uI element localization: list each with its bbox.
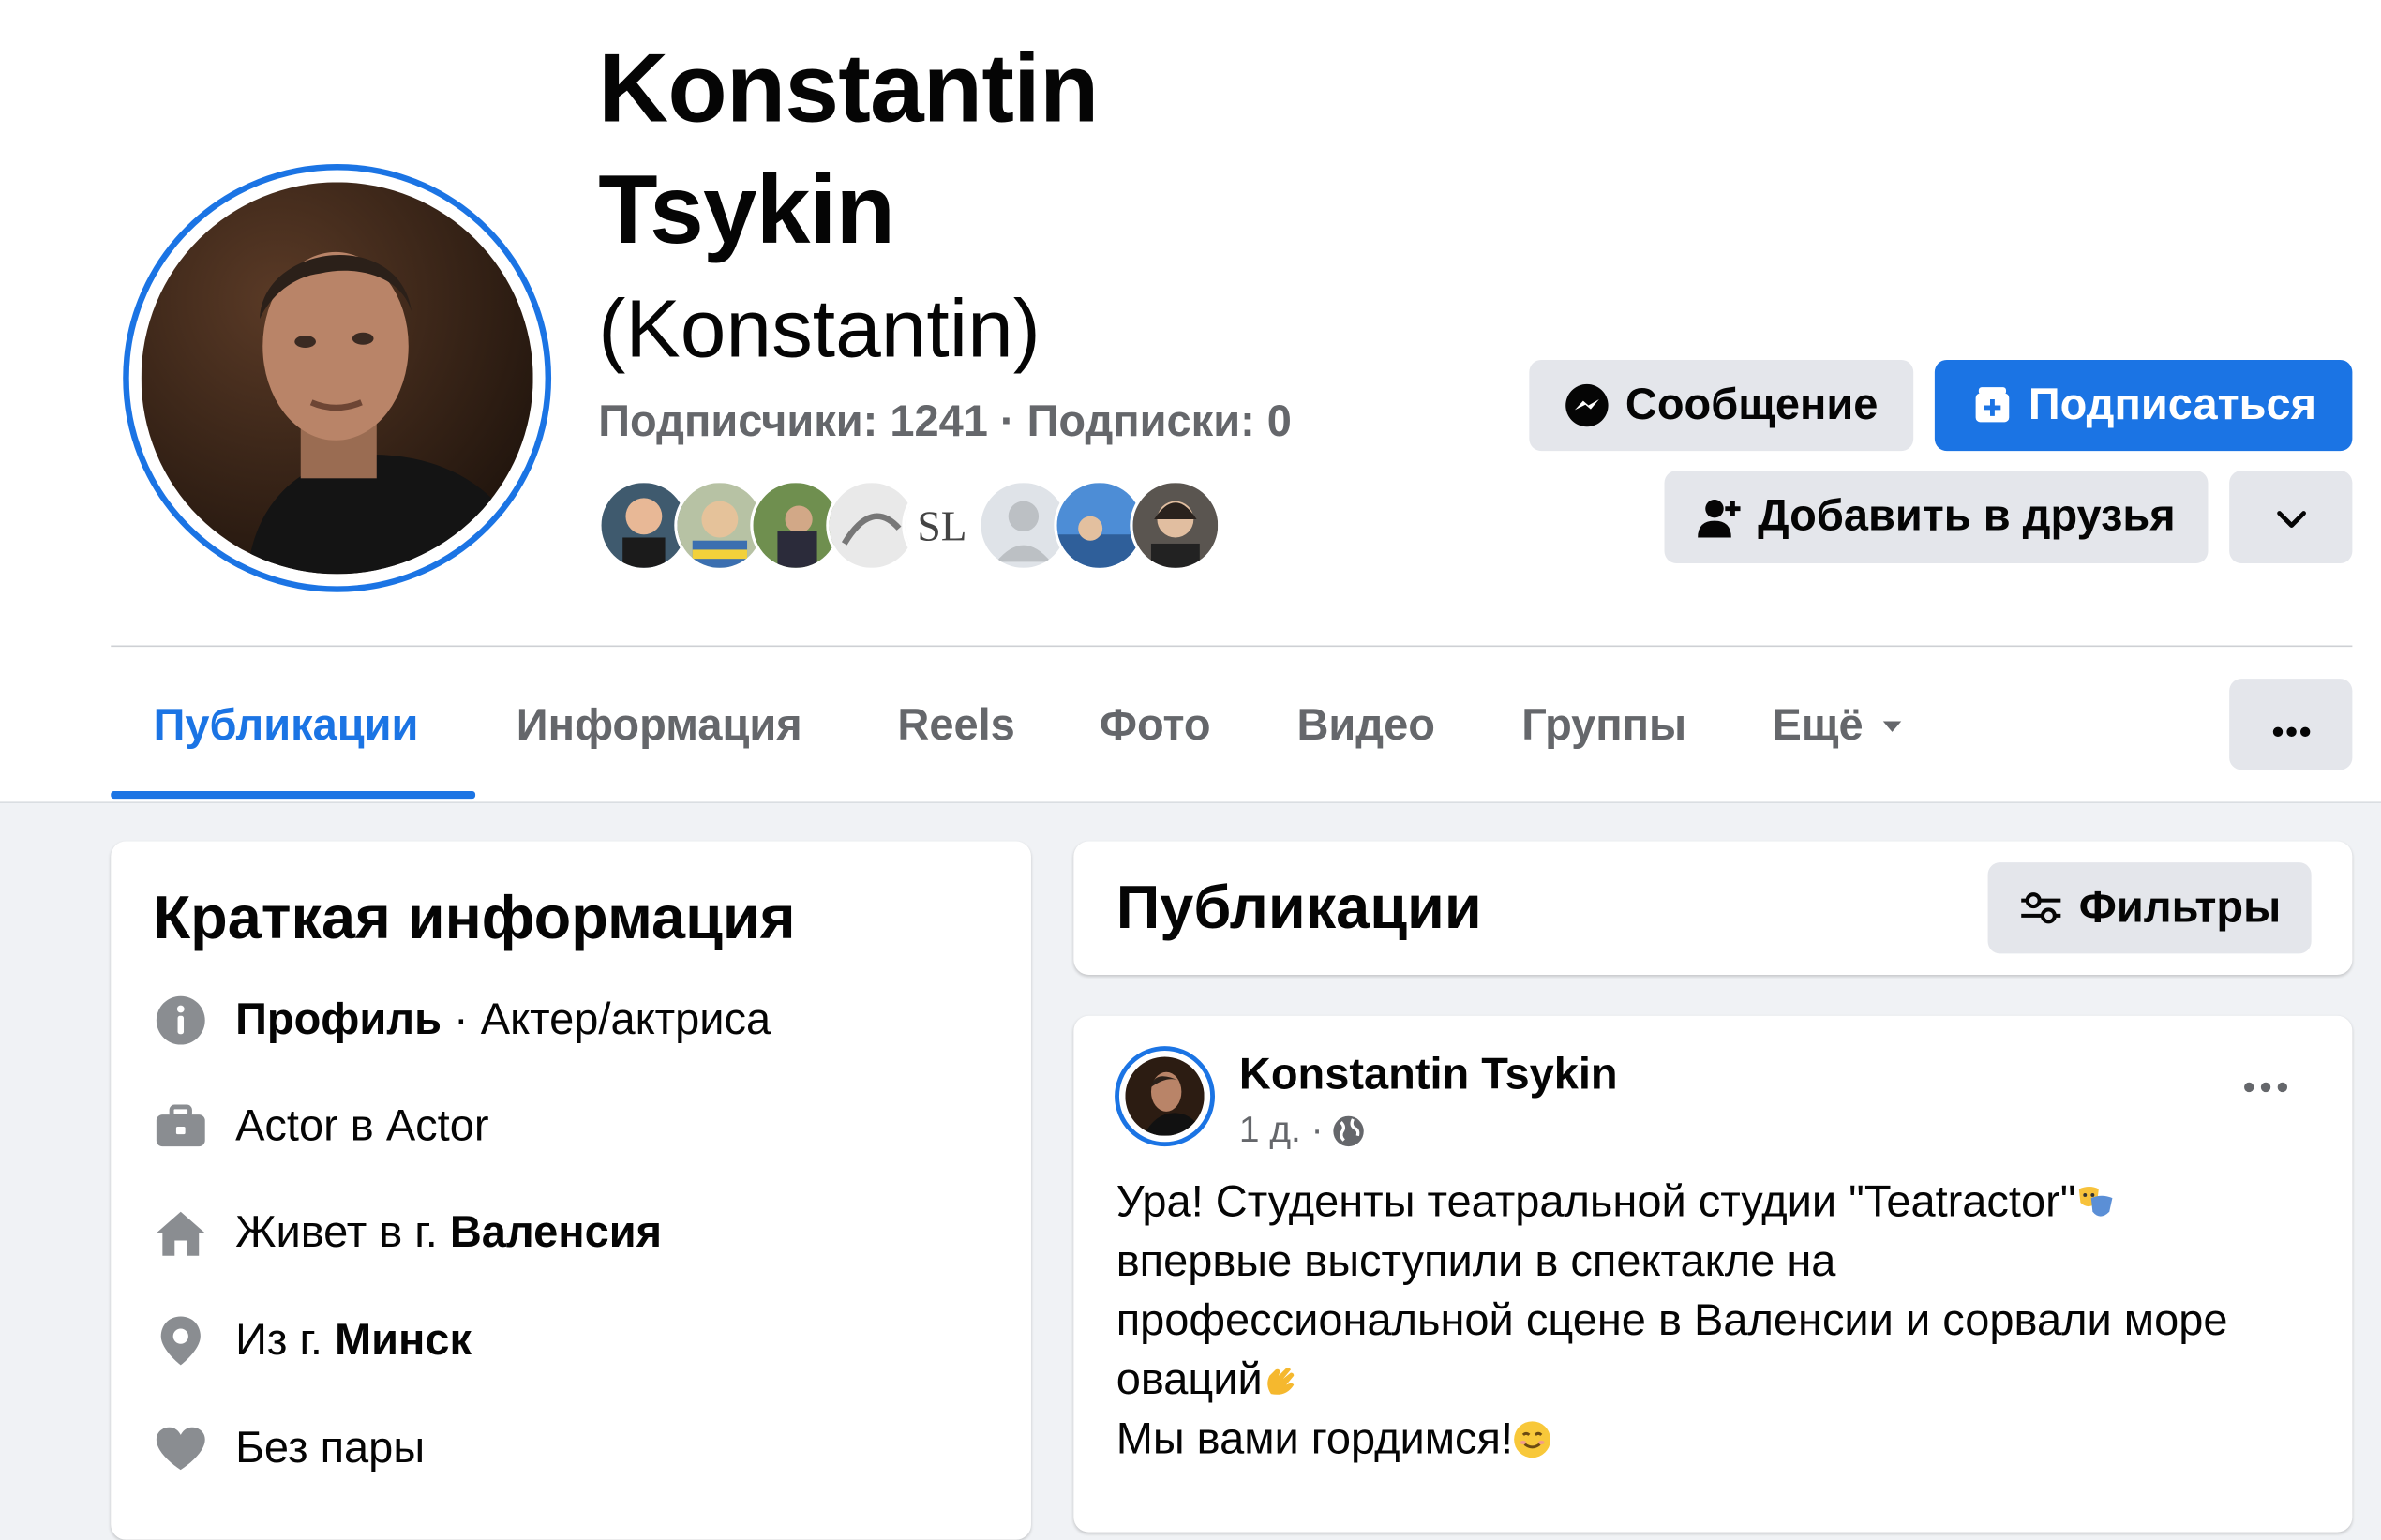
posts-header-card: Публикации Фильтры <box>1073 841 2353 976</box>
more-icon <box>2271 699 2311 749</box>
post-line: профессиональной сцене в Валенсии и сорв… <box>1116 1296 2228 1346</box>
profile-options-button[interactable] <box>2229 679 2353 770</box>
add-friend-label: Добавить в друзья <box>1758 491 2176 541</box>
post-line: Мы вами гордимся! <box>1116 1411 2331 1470</box>
tab-posts[interactable]: Публикации <box>154 693 419 759</box>
more-actions-dropdown[interactable] <box>2229 471 2353 564</box>
smiling-face-icon <box>1513 1416 1552 1458</box>
post-author-avatar[interactable] <box>1115 1046 1215 1147</box>
posts-title: Публикации <box>1116 875 1482 942</box>
post-line: впервые выступили в спектакле на <box>1116 1237 1836 1287</box>
intro-relationship-row: Без пары <box>154 1421 425 1475</box>
info-icon <box>154 993 208 1047</box>
post-time[interactable]: 1 д. · <box>1239 1110 1324 1152</box>
friend-avatar[interactable] <box>1130 479 1221 572</box>
tab-about[interactable]: Информация <box>517 693 802 759</box>
subscribe-button[interactable]: Подписаться <box>1934 359 2353 452</box>
add-friend-button[interactable]: Добавить в друзья <box>1664 471 2209 564</box>
intro-work-text: Actor в Actor <box>235 1101 489 1151</box>
intro-lives-row: Живет в г. Валенсия <box>154 1205 662 1260</box>
intro-lives-city[interactable]: Валенсия <box>450 1208 662 1258</box>
profile-avatar[interactable] <box>123 163 552 592</box>
add-friend-icon <box>1697 494 1743 540</box>
friend-avatars: SL <box>598 479 1221 572</box>
active-tab-indicator <box>111 791 476 800</box>
profile-name: Konstantin Tsykin <box>598 27 1099 270</box>
caret-down-icon <box>1881 719 1903 733</box>
post-text: Ура! Студенты театральной студии "Teatra… <box>1116 1174 2331 1470</box>
home-icon <box>154 1205 208 1260</box>
post-author-name[interactable]: Konstantin Tsykin <box>1239 1046 1618 1104</box>
header-divider <box>111 645 2353 648</box>
tab-photos[interactable]: Фото <box>1100 693 1211 759</box>
tab-more[interactable]: Ещё <box>1773 693 1903 759</box>
profile-nickname: (Konstantin) <box>598 283 1041 376</box>
post-meta: 1 д. · <box>1239 1110 1366 1152</box>
intro-profile-label: Профиль <box>235 994 442 1044</box>
profile-photo <box>141 182 533 575</box>
more-icon <box>2243 1073 2289 1099</box>
clapping-hands-icon <box>1263 1357 1302 1397</box>
filters-button[interactable]: Фильтры <box>1987 862 2312 954</box>
heart-icon <box>154 1421 208 1475</box>
post-line-1: Ура! Студенты театральной студии "Teatra… <box>1116 1178 2076 1227</box>
messenger-icon <box>1565 382 1610 428</box>
svg-text:SL: SL <box>917 503 966 550</box>
theater-masks-icon <box>2075 1180 2115 1219</box>
intro-from-row: Из г. Минск <box>154 1313 472 1368</box>
profile-name-line2: Tsykin <box>598 155 895 264</box>
filters-label: Фильтры <box>2078 883 2282 932</box>
intro-relationship-text: Без пары <box>235 1423 426 1473</box>
post-line: оваций <box>1116 1352 2331 1411</box>
post-card: Konstantin Tsykin 1 д. · Ура! Студенты т… <box>1073 1015 2353 1533</box>
intro-lives-prefix: Живет в г. <box>235 1207 450 1257</box>
message-button[interactable]: Сообщение <box>1529 359 1914 452</box>
profile-header: Konstantin Tsykin (Konstantin) Подписчик… <box>0 0 2381 803</box>
intro-card: Краткая информация Профиль · Актер/актри… <box>111 841 1031 1540</box>
globe-icon <box>1332 1114 1366 1148</box>
tab-groups[interactable]: Группы <box>1521 693 1686 759</box>
intro-profile-value: · Актер/актриса <box>441 994 771 1044</box>
post-line: Ура! Студенты театральной студии "Teatra… <box>1116 1174 2331 1233</box>
tab-reels[interactable]: Reels <box>897 693 1014 759</box>
profile-name-line1: Konstantin <box>598 33 1099 143</box>
post-line-5: Мы вами гордимся! <box>1116 1414 1514 1464</box>
intro-from-city[interactable]: Минск <box>335 1316 472 1366</box>
post-line-4: оваций <box>1116 1355 1263 1405</box>
tab-more-label: Ещё <box>1772 701 1864 751</box>
intro-from-prefix: Из г. <box>235 1315 335 1365</box>
intro-profile-row: Профиль · Актер/актриса <box>154 993 771 1047</box>
chevron-down-icon <box>2274 492 2308 542</box>
location-pin-icon <box>154 1313 208 1368</box>
subscribe-icon <box>1970 384 2013 426</box>
filter-sliders-icon <box>2018 890 2064 926</box>
message-label: Сообщение <box>1625 380 1879 429</box>
subscribe-label: Подписаться <box>2028 380 2317 429</box>
profile-page: Konstantin Tsykin (Konstantin) Подписчик… <box>0 0 2381 1540</box>
post-options-button[interactable] <box>2243 1073 2289 1100</box>
tab-videos[interactable]: Видео <box>1296 693 1434 759</box>
intro-title: Краткая информация <box>153 885 796 952</box>
briefcase-icon <box>154 1099 208 1154</box>
followers-count[interactable]: Подписчики: 1241 · Подписки: 0 <box>598 395 1292 449</box>
intro-work-row: Actor в Actor <box>154 1099 489 1154</box>
